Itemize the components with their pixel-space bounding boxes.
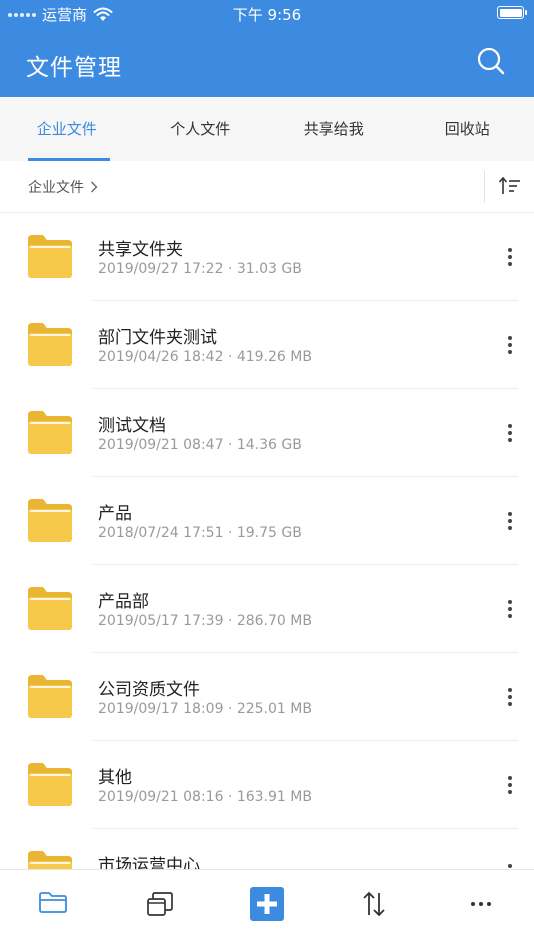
tab-bar: 企业文件 个人文件 共享给我 回收站 [0,97,534,161]
more-vertical-icon[interactable] [500,331,520,359]
more-vertical-icon[interactable] [500,595,520,623]
more-vertical-icon[interactable] [500,859,520,869]
file-name: 共享文件夹 [98,240,183,260]
more-vertical-icon[interactable] [500,507,520,535]
file-meta: 2019/04/26 18:42 · 419.26 MB [98,349,312,365]
list-item[interactable]: 市场运营中心 [0,829,534,869]
tab-shared-with-me[interactable]: 共享给我 [267,97,401,161]
folder-icon [28,763,72,806]
folder-icon [28,587,72,630]
list-item[interactable]: 产品部 2019/05/17 17:39 · 286.70 MB [0,565,534,653]
file-meta: 2019/09/21 08:16 · 163.91 MB [98,789,312,805]
file-name: 市场运营中心 [98,856,200,869]
tab-personal-files[interactable]: 个人文件 [134,97,268,161]
more-vertical-icon[interactable] [500,243,520,271]
folder-icon [28,851,72,869]
add-icon [249,887,284,921]
file-name: 部门文件夹测试 [98,328,217,348]
windows-icon [147,892,174,916]
folder-icon [28,499,72,542]
more-vertical-icon[interactable] [500,419,520,447]
tab-recycle-bin[interactable]: 回收站 [401,97,534,161]
tab-enterprise-files[interactable]: 企业文件 [0,97,134,161]
list-item[interactable]: 公司资质文件 2019/09/17 18:09 · 225.01 MB [0,653,534,741]
list-item[interactable]: 其他 2019/09/21 08:16 · 163.91 MB [0,741,534,829]
file-meta: 2019/09/17 18:09 · 225.01 MB [98,701,312,717]
folder-icon [28,235,72,278]
status-time: 下午 9:56 [232,6,302,24]
file-name: 产品 [98,504,132,524]
breadcrumb[interactable]: 企业文件 [28,177,98,197]
toolbar-files-button[interactable] [0,870,107,950]
status-bar: 运营商 下午 9:56 [0,0,534,26]
folder-icon [28,323,72,366]
folder-icon [28,411,72,454]
more-icon [470,902,491,906]
list-item[interactable]: 测试文档 2019/09/21 08:47 · 14.36 GB [0,389,534,477]
more-vertical-icon[interactable] [500,771,520,799]
toolbar-windows-button[interactable] [107,870,214,950]
breadcrumb-label: 企业文件 [28,180,84,196]
list-item[interactable]: 共享文件夹 2019/09/27 17:22 · 31.03 GB [0,213,534,301]
toolbar-add-button[interactable] [214,870,321,950]
breadcrumb-bar: 企业文件 [0,161,534,213]
sort-icon[interactable] [498,174,522,198]
page-title: 文件管理 [26,55,122,81]
file-meta: 2019/05/17 17:39 · 286.70 MB [98,613,312,629]
chevron-right-icon [91,181,98,193]
toolbar-more-button[interactable] [427,870,534,950]
file-name: 产品部 [98,592,149,612]
battery-icon [497,6,527,19]
bottom-toolbar [0,869,534,950]
file-name: 其他 [98,768,132,788]
file-name: 测试文档 [98,416,166,436]
app-header: 运营商 下午 9:56 文件管理 [0,0,534,97]
folder-icon [28,675,72,718]
list-item[interactable]: 产品 2018/07/24 17:51 · 19.75 GB [0,477,534,565]
more-vertical-icon[interactable] [500,683,520,711]
file-name: 公司资质文件 [98,680,200,700]
transfer-icon [363,891,385,917]
file-meta: 2019/09/27 17:22 · 31.03 GB [98,261,302,277]
search-icon[interactable] [476,46,506,76]
file-meta: 2018/07/24 17:51 · 19.75 GB [98,525,302,541]
folder-icon [39,892,68,913]
file-list: 共享文件夹 2019/09/27 17:22 · 31.03 GB 部门文件夹测… [0,213,534,869]
divider [484,171,485,203]
list-item[interactable]: 部门文件夹测试 2019/04/26 18:42 · 419.26 MB [0,301,534,389]
file-meta: 2019/09/21 08:47 · 14.36 GB [98,437,302,453]
toolbar-transfer-button[interactable] [320,870,427,950]
